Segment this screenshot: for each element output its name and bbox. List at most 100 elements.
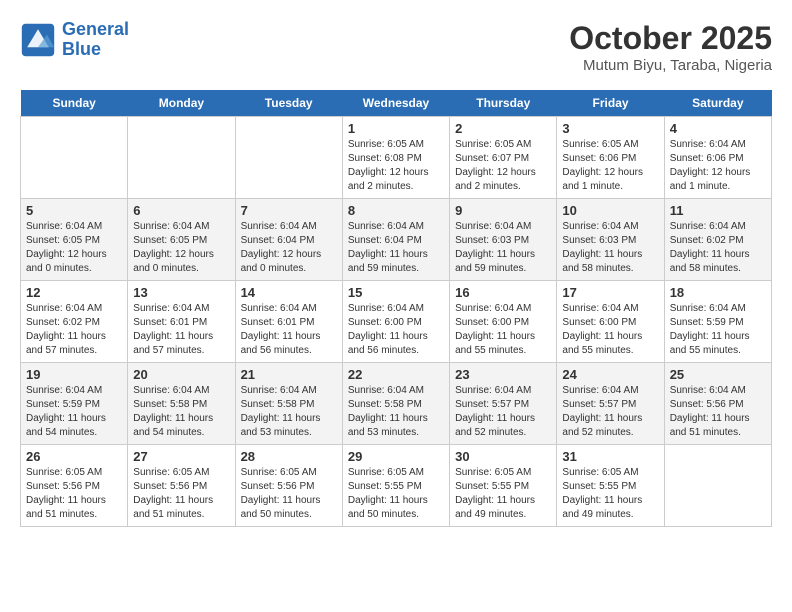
calendar-cell (235, 117, 342, 199)
day-info: Sunrise: 6:04 AM Sunset: 5:59 PM Dayligh… (26, 384, 122, 440)
day-info: Sunrise: 6:05 AM Sunset: 6:08 PM Dayligh… (348, 138, 444, 194)
day-info: Sunrise: 6:05 AM Sunset: 5:55 PM Dayligh… (455, 466, 551, 522)
day-header-tuesday: Tuesday (235, 90, 342, 117)
calendar-cell: 31 Sunrise: 6:05 AM Sunset: 5:55 PM Dayli… (557, 445, 664, 527)
day-number: 14 (241, 285, 337, 300)
day-header-monday: Monday (128, 90, 235, 117)
day-number: 16 (455, 285, 551, 300)
calendar-cell: 4Sunrise: 6:04 AM Sunset: 6:06 PM Daylig… (664, 117, 771, 199)
calendar-cell: 15Sunrise: 6:04 AM Sunset: 6:00 PM Dayli… (342, 281, 449, 363)
day-number: 7 (241, 203, 337, 218)
day-header-sunday: Sunday (21, 90, 128, 117)
day-number: 28 (241, 449, 337, 464)
day-number: 20 (133, 367, 229, 382)
calendar-cell: 12 Sunrise: 6:04 AM Sunset: 6:02 PM Dayli… (21, 281, 128, 363)
calendar-week-row: 19 Sunrise: 6:04 AM Sunset: 5:59 PM Dayli… (21, 363, 772, 445)
day-info: Sunrise: 6:04 AM Sunset: 5:57 PM Dayligh… (562, 384, 658, 440)
day-info: Sunrise: 6:04 AM Sunset: 6:06 PM Dayligh… (670, 138, 766, 194)
day-number: 21 (241, 367, 337, 382)
calendar-cell: 29 Sunrise: 6:05 AM Sunset: 5:55 PM Dayli… (342, 445, 449, 527)
day-info: Sunrise: 6:05 AM Sunset: 5:56 PM Dayligh… (241, 466, 337, 522)
day-info: Sunrise: 6:04 AM Sunset: 6:03 PM Dayligh… (455, 220, 551, 276)
location-subtitle: Mutum Biyu, Taraba, Nigeria (569, 57, 772, 74)
calendar-week-row: 26 Sunrise: 6:05 AM Sunset: 5:56 PM Dayli… (21, 445, 772, 527)
calendar-cell: 30 Sunrise: 6:05 AM Sunset: 5:55 PM Dayli… (450, 445, 557, 527)
day-info: Sunrise: 6:04 AM Sunset: 6:00 PM Dayligh… (562, 302, 658, 358)
logo-text: General Blue (62, 20, 129, 60)
day-number: 27 (133, 449, 229, 464)
calendar-cell: 1 Sunrise: 6:05 AM Sunset: 6:08 PM Daylig… (342, 117, 449, 199)
day-info: Sunrise: 6:04 AM Sunset: 5:59 PM Dayligh… (670, 302, 766, 358)
day-number: 22 (348, 367, 444, 382)
day-info: Sunrise: 6:04 AM Sunset: 6:04 PM Dayligh… (241, 220, 337, 276)
title-block: October 2025 Mutum Biyu, Taraba, Nigeria (569, 20, 772, 74)
calendar-cell (21, 117, 128, 199)
calendar-cell: 3 Sunrise: 6:05 AM Sunset: 6:06 PM Daylig… (557, 117, 664, 199)
calendar-cell: 11 Sunrise: 6:04 AM Sunset: 6:02 PM Dayli… (664, 199, 771, 281)
day-info: Sunrise: 6:04 AM Sunset: 5:58 PM Dayligh… (348, 384, 444, 440)
day-number: 8 (348, 203, 444, 218)
logo-icon (20, 22, 56, 58)
day-number: 11 (670, 203, 766, 218)
day-header-friday: Friday (557, 90, 664, 117)
calendar-cell: 18 Sunrise: 6:04 AM Sunset: 5:59 PM Dayli… (664, 281, 771, 363)
day-info: Sunrise: 6:04 AM Sunset: 6:05 PM Dayligh… (26, 220, 122, 276)
day-info: Sunrise: 6:04 AM Sunset: 6:00 PM Dayligh… (455, 302, 551, 358)
calendar-cell (128, 117, 235, 199)
day-number: 1 (348, 121, 444, 136)
day-header-thursday: Thursday (450, 90, 557, 117)
page-header: General Blue October 2025 Mutum Biyu, Ta… (20, 20, 772, 74)
day-number: 31 (562, 449, 658, 464)
day-number: 12 (26, 285, 122, 300)
calendar-cell: 14 Sunrise: 6:04 AM Sunset: 6:01 PM Dayli… (235, 281, 342, 363)
calendar-cell: 26Sunrise: 6:05 AM Sunset: 5:56 PM Dayli… (21, 445, 128, 527)
month-title: October 2025 (569, 20, 772, 57)
calendar-cell: 9Sunrise: 6:04 AM Sunset: 6:03 PM Daylig… (450, 199, 557, 281)
day-info: Sunrise: 6:04 AM Sunset: 6:03 PM Dayligh… (562, 220, 658, 276)
day-number: 30 (455, 449, 551, 464)
day-info: Sunrise: 6:04 AM Sunset: 5:57 PM Dayligh… (455, 384, 551, 440)
calendar-week-row: 1 Sunrise: 6:05 AM Sunset: 6:08 PM Daylig… (21, 117, 772, 199)
day-number: 17 (562, 285, 658, 300)
day-header-saturday: Saturday (664, 90, 771, 117)
calendar-cell: 8Sunrise: 6:04 AM Sunset: 6:04 PM Daylig… (342, 199, 449, 281)
calendar-cell: 13Sunrise: 6:04 AM Sunset: 6:01 PM Dayli… (128, 281, 235, 363)
calendar-cell: 19 Sunrise: 6:04 AM Sunset: 5:59 PM Dayli… (21, 363, 128, 445)
day-number: 10 (562, 203, 658, 218)
calendar-cell: 25 Sunrise: 6:04 AM Sunset: 5:56 PM Dayli… (664, 363, 771, 445)
day-info: Sunrise: 6:05 AM Sunset: 5:56 PM Dayligh… (133, 466, 229, 522)
day-number: 24 (562, 367, 658, 382)
calendar-header-row: SundayMondayTuesdayWednesdayThursdayFrid… (21, 90, 772, 117)
day-number: 18 (670, 285, 766, 300)
calendar-week-row: 12 Sunrise: 6:04 AM Sunset: 6:02 PM Dayli… (21, 281, 772, 363)
calendar-table: SundayMondayTuesdayWednesdayThursdayFrid… (20, 90, 772, 527)
day-number: 19 (26, 367, 122, 382)
calendar-cell: 23Sunrise: 6:04 AM Sunset: 5:57 PM Dayli… (450, 363, 557, 445)
day-info: Sunrise: 6:04 AM Sunset: 6:02 PM Dayligh… (26, 302, 122, 358)
day-number: 6 (133, 203, 229, 218)
calendar-cell: 17 Sunrise: 6:04 AM Sunset: 6:00 PM Dayli… (557, 281, 664, 363)
calendar-cell: 16 Sunrise: 6:04 AM Sunset: 6:00 PM Dayli… (450, 281, 557, 363)
day-info: Sunrise: 6:04 AM Sunset: 5:56 PM Dayligh… (670, 384, 766, 440)
day-info: Sunrise: 6:05 AM Sunset: 5:55 PM Dayligh… (348, 466, 444, 522)
calendar-cell: 24 Sunrise: 6:04 AM Sunset: 5:57 PM Dayli… (557, 363, 664, 445)
calendar-cell: 21Sunrise: 6:04 AM Sunset: 5:58 PM Dayli… (235, 363, 342, 445)
day-info: Sunrise: 6:04 AM Sunset: 5:58 PM Dayligh… (133, 384, 229, 440)
day-info: Sunrise: 6:04 AM Sunset: 6:02 PM Dayligh… (670, 220, 766, 276)
day-info: Sunrise: 6:04 AM Sunset: 6:01 PM Dayligh… (133, 302, 229, 358)
calendar-cell: 6Sunrise: 6:04 AM Sunset: 6:05 PM Daylig… (128, 199, 235, 281)
calendar-cell: 20 Sunrise: 6:04 AM Sunset: 5:58 PM Dayli… (128, 363, 235, 445)
day-number: 3 (562, 121, 658, 136)
day-info: Sunrise: 6:05 AM Sunset: 5:55 PM Dayligh… (562, 466, 658, 522)
day-number: 2 (455, 121, 551, 136)
day-number: 29 (348, 449, 444, 464)
calendar-cell: 28 Sunrise: 6:05 AM Sunset: 5:56 PM Dayli… (235, 445, 342, 527)
day-number: 5 (26, 203, 122, 218)
day-number: 25 (670, 367, 766, 382)
day-number: 26 (26, 449, 122, 464)
day-info: Sunrise: 6:04 AM Sunset: 6:01 PM Dayligh… (241, 302, 337, 358)
day-header-wednesday: Wednesday (342, 90, 449, 117)
calendar-week-row: 5 Sunrise: 6:04 AM Sunset: 6:05 PM Daylig… (21, 199, 772, 281)
day-info: Sunrise: 6:05 AM Sunset: 6:06 PM Dayligh… (562, 138, 658, 194)
logo: General Blue (20, 20, 129, 60)
